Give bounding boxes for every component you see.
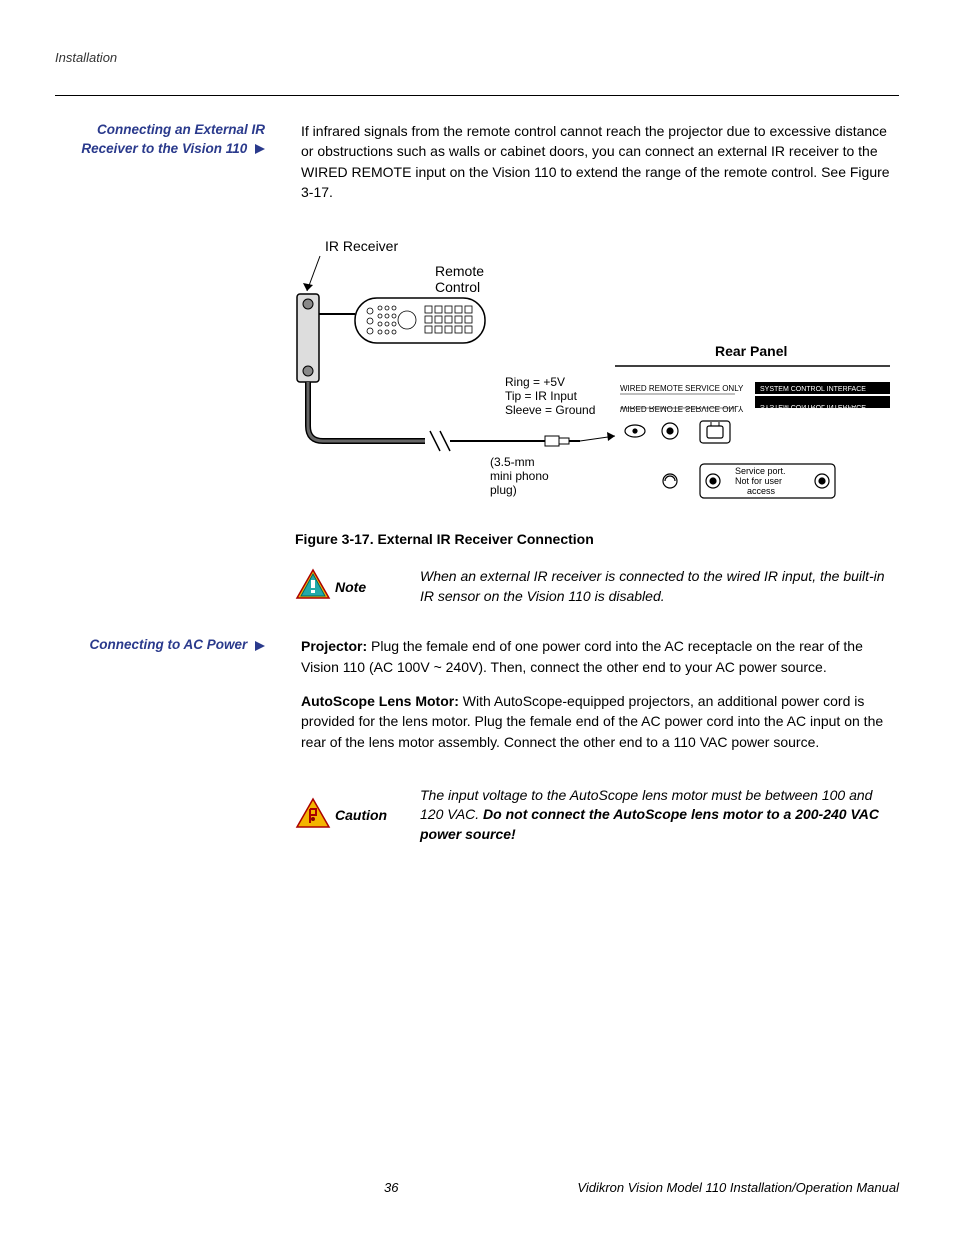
label-ir-receiver: IR Receiver — [325, 238, 398, 254]
label-wired-remote: WIRED REMOTE — [620, 384, 683, 393]
label-svc2: Not for user — [735, 476, 782, 486]
label-ring: Ring = +5V — [505, 375, 565, 389]
caution-icon — [295, 797, 335, 834]
caution-label: Caution — [335, 807, 420, 823]
power-p2: AutoScope Lens Motor: With AutoScope-equ… — [301, 691, 899, 752]
label-plug3: plug) — [490, 483, 517, 497]
label-plug2: mini phono — [490, 469, 549, 483]
manual-title: Vidikron Vision Model 110 Installation/O… — [577, 1180, 899, 1195]
note-callout: Note When an external IR receiver is con… — [295, 567, 899, 606]
body-text-ir: If infrared signals from the remote cont… — [271, 121, 899, 216]
figure-diagram: IR Receiver Remote Control — [295, 236, 895, 516]
label-service-only-inv: SERVICE ONLY — [685, 404, 744, 413]
header-rule — [55, 95, 899, 96]
page-number: 36 — [205, 1180, 577, 1195]
label-wired-remote-inv: WIRED REMOTE — [620, 404, 683, 413]
caution-callout: Caution The input voltage to the AutoSco… — [295, 786, 899, 845]
label-remote-2: Control — [435, 279, 480, 295]
label-plug1: (3.5-mm — [490, 455, 535, 469]
page-footer: 36 Vidikron Vision Model 110 Installatio… — [55, 1180, 899, 1195]
arrow-icon — [255, 641, 265, 651]
note-text: When an external IR receiver is connecte… — [420, 567, 899, 606]
side-heading-power: Connecting to AC Power — [55, 636, 271, 655]
note-icon — [295, 568, 335, 605]
label-rear-panel: Rear Panel — [715, 343, 787, 359]
label-sys-ctrl-2: SYSTEM CONTROL INTERFACE — [760, 403, 866, 410]
caution-text-2: Do not connect the AutoScope lens motor … — [420, 806, 879, 842]
label-sys-ctrl-1: SYSTEM CONTROL INTERFACE — [760, 386, 866, 393]
label-service-only: SERVICE ONLY — [685, 384, 744, 393]
label-sleeve: Sleeve = Ground — [505, 403, 595, 417]
label-svc3: access — [747, 486, 776, 496]
figure-caption: Figure 3-17. External IR Receiver Connec… — [295, 531, 899, 547]
power-p1: Projector: Plug the female end of one po… — [301, 636, 899, 677]
body-text-power: Projector: Plug the female end of one po… — [271, 636, 899, 765]
side-heading-power-text: Connecting to AC Power — [89, 637, 247, 652]
power-p1-text: Plug the female end of one power cord in… — [301, 638, 863, 674]
power-p2-label: AutoScope Lens Motor: — [301, 693, 459, 709]
caution-text: The input voltage to the AutoScope lens … — [420, 786, 899, 845]
figure-3-17: IR Receiver Remote Control — [295, 236, 899, 547]
section-ir-receiver: Connecting an External IR Receiver to th… — [55, 121, 899, 216]
label-svc1: Service port. — [735, 466, 786, 476]
side-heading-ir: Connecting an External IR Receiver to th… — [55, 121, 271, 159]
arrow-icon — [255, 144, 265, 154]
label-tip: Tip = IR Input — [505, 389, 578, 403]
note-label: Note — [335, 579, 420, 595]
power-p1-label: Projector: — [301, 638, 367, 654]
section-ac-power: Connecting to AC Power Projector: Plug t… — [55, 636, 899, 765]
ir-paragraph: If infrared signals from the remote cont… — [301, 121, 899, 202]
side-heading-ir-text: Connecting an External IR Receiver to th… — [81, 122, 265, 156]
page-header: Installation — [55, 50, 899, 65]
label-remote-1: Remote — [435, 263, 484, 279]
